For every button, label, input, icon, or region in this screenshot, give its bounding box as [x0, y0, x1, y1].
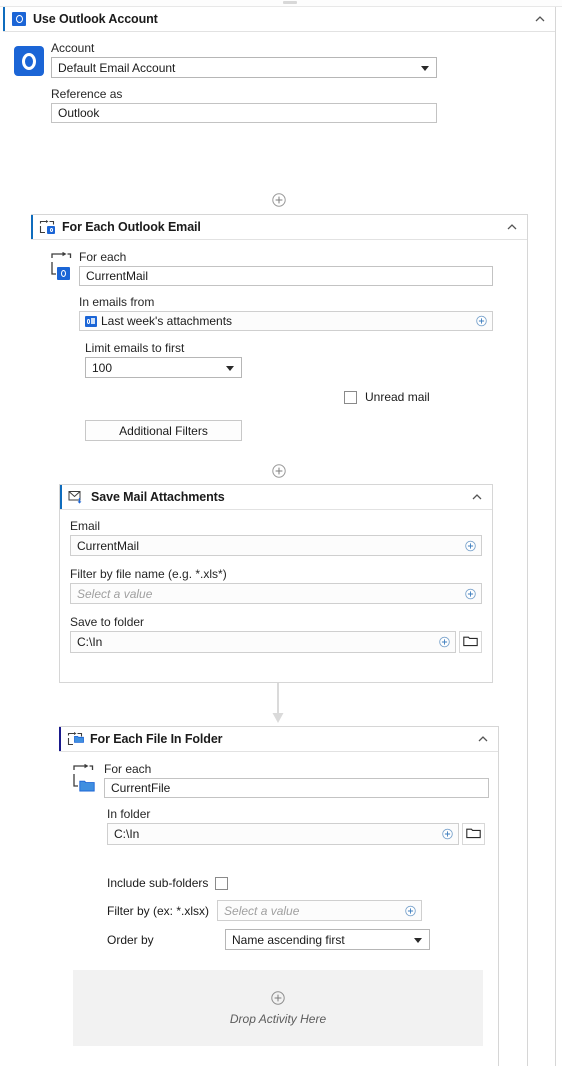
email-value: CurrentMail [77, 538, 140, 553]
email-label: Email [70, 519, 101, 533]
panel-header-use-outlook-account[interactable]: Use Outlook Account [3, 7, 555, 32]
outlook-large-icon [14, 46, 44, 76]
in-folder-row: C:\In [107, 823, 485, 845]
panel-header-for-each-file-in-folder[interactable]: For Each File In Folder [59, 727, 498, 752]
header-accent-bar [59, 727, 61, 751]
chevron-up-icon[interactable] [477, 733, 489, 745]
reference-as-label: Reference as [51, 87, 123, 101]
limit-emails-value: 100 [92, 360, 113, 375]
plus-circle-icon[interactable] [465, 540, 476, 551]
include-subfolders-checkbox[interactable] [215, 876, 229, 890]
panel-title-save-mail-attachments: Save Mail Attachments [91, 490, 225, 504]
filter-by-input[interactable]: Select a value [217, 900, 423, 921]
in-folder-label: In folder [107, 807, 151, 821]
filter-by-file-name-input[interactable]: Select a value [70, 583, 482, 604]
limit-emails-label: Limit emails to first [85, 341, 185, 355]
drag-handle-nub [283, 1, 297, 4]
for-each-label: For each [104, 762, 152, 776]
chevron-up-icon[interactable] [534, 13, 546, 25]
for-each-label: For each [79, 250, 127, 264]
drop-activity-zone[interactable]: Drop Activity Here [73, 970, 483, 1046]
panel-header-for-each-outlook-email[interactable]: For Each Outlook Email [31, 215, 527, 240]
reference-as-value: Outlook [58, 106, 100, 120]
limit-emails-dropdown[interactable]: 100 [85, 357, 242, 378]
in-emails-from-label: In emails from [79, 295, 155, 309]
include-subfolders-label: Include sub-folders [107, 876, 209, 890]
plus-circle-icon[interactable] [271, 990, 285, 1008]
outlook-small-icon [57, 267, 70, 280]
save-to-folder-row: C:\In [70, 631, 482, 653]
folder-small-icon [79, 779, 95, 795]
connector-line [277, 683, 279, 717]
in-folder-input[interactable]: C:\In [107, 823, 459, 845]
folder-browse-icon [463, 635, 478, 650]
save-mail-attachment-icon [68, 490, 84, 505]
add-activity-connector-2[interactable] [272, 464, 286, 478]
chevron-down-icon [226, 365, 234, 371]
save-to-folder-input[interactable]: C:\In [70, 631, 456, 653]
account-dropdown-value: Default Email Account [58, 60, 176, 75]
plus-circle-icon[interactable] [439, 636, 450, 648]
chevron-down-icon [421, 65, 429, 71]
additional-filters-label: Additional Filters [119, 423, 208, 438]
drop-activity-label: Drop Activity Here [229, 1011, 327, 1026]
for-each-variable-input[interactable]: CurrentMail [79, 266, 493, 286]
unread-mail-label: Unread mail [365, 390, 430, 404]
chevron-up-icon[interactable] [471, 491, 483, 503]
email-input[interactable]: CurrentMail [70, 535, 482, 556]
for-each-outlook-icon [39, 220, 55, 234]
header-accent-bar [31, 215, 33, 239]
account-dropdown[interactable]: Default Email Account [51, 57, 437, 78]
designer-top-strip [0, 0, 562, 7]
filter-by-file-name-label: Filter by file name (e.g. *.xls*) [70, 567, 227, 581]
panel-header-save-mail-attachments[interactable]: Save Mail Attachments [60, 485, 492, 510]
unread-mail-checkbox-row[interactable]: Unread mail [344, 390, 430, 404]
in-emails-from-input[interactable]: Last week's attachments [79, 311, 493, 331]
order-by-label: Order by [107, 932, 154, 947]
chevron-down-icon [414, 937, 422, 943]
for-each-variable-value: CurrentMail [86, 269, 149, 283]
panel-for-each-file-in-folder: For Each File In Folder For each Current… [59, 726, 499, 1066]
filter-by-placeholder: Select a value [224, 903, 300, 918]
chevron-up-icon[interactable] [506, 221, 518, 233]
additional-filters-button[interactable]: Additional Filters [85, 420, 242, 441]
unread-mail-checkbox[interactable] [344, 390, 357, 404]
filter-by-row: Filter by (ex: *.xlsx) Select a value [107, 900, 423, 921]
filter-by-label: Filter by (ex: *.xlsx) [107, 903, 210, 918]
order-by-value: Name ascending first [232, 932, 345, 947]
outlook-icon [12, 12, 26, 26]
header-accent-bar [60, 485, 62, 509]
save-to-folder-value: C:\In [77, 635, 103, 649]
order-by-dropdown[interactable]: Name ascending first [225, 929, 430, 950]
include-subfolders-row[interactable]: Include sub-folders [107, 876, 229, 890]
for-each-variable-input[interactable]: CurrentFile [104, 778, 489, 798]
panel-body-save-mail-attachments: Email CurrentMail Filter by file name (e… [60, 510, 492, 663]
add-activity-connector-1[interactable] [272, 193, 286, 207]
plus-circle-icon[interactable] [476, 315, 487, 327]
for-each-folder-icon [67, 732, 84, 746]
plus-circle-icon[interactable] [442, 828, 453, 840]
in-emails-from-value: Last week's attachments [101, 314, 233, 328]
arrow-down-icon [271, 713, 285, 727]
panel-save-mail-attachments: Save Mail Attachments Email CurrentMail … [59, 484, 493, 683]
in-folder-value: C:\In [114, 827, 140, 841]
header-accent-bar [3, 7, 5, 31]
for-each-variable-value: CurrentFile [111, 781, 171, 795]
folder-browse-button[interactable] [459, 631, 482, 653]
filter-by-file-name-placeholder: Select a value [77, 586, 153, 601]
workflow-designer-canvas: Use Outlook Account Account Default Emai… [0, 0, 562, 1066]
folder-browse-icon [466, 827, 481, 842]
plus-circle-icon[interactable] [405, 905, 416, 916]
save-to-folder-label: Save to folder [70, 615, 145, 629]
panel-title-use-outlook-account: Use Outlook Account [33, 12, 158, 26]
plus-circle-icon[interactable] [465, 588, 476, 599]
outlook-folder-icon [85, 315, 97, 327]
panel-title-for-each-outlook-email: For Each Outlook Email [62, 220, 201, 234]
reference-as-input[interactable]: Outlook [51, 103, 437, 123]
panel-title-for-each-file-in-folder: For Each File In Folder [90, 732, 223, 746]
account-label: Account [51, 41, 95, 55]
folder-browse-button[interactable] [462, 823, 485, 845]
order-by-row: Order by Name ascending first [107, 929, 430, 950]
